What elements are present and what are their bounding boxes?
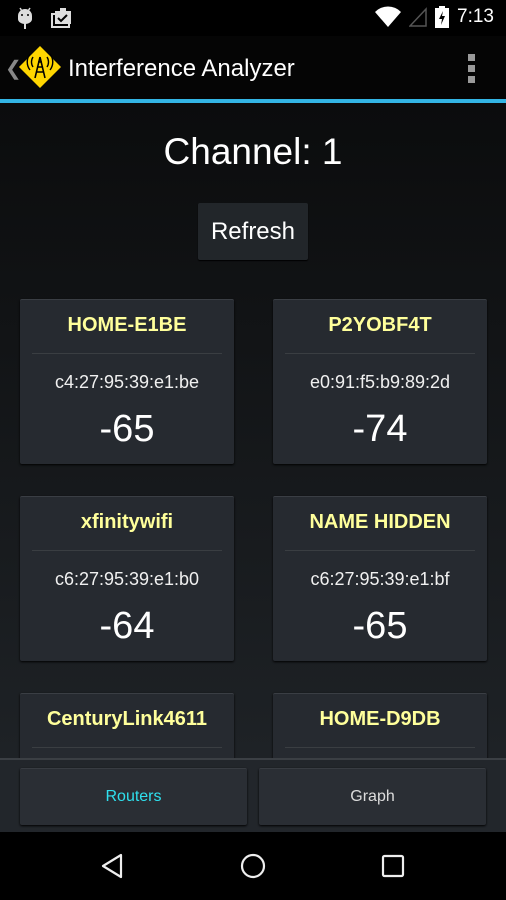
- router-mac: c4:27:95:39:e1:be: [54, 372, 200, 392]
- wifi-icon: [375, 6, 402, 28]
- tab-graph[interactable]: Graph: [259, 768, 486, 825]
- status-time: 7:13: [457, 6, 494, 27]
- card-divider: [285, 747, 475, 748]
- router-card[interactable]: NAME HIDDEN c6:27:95:39:e1:bf -65: [273, 496, 487, 661]
- cell-signal-icon: [409, 7, 427, 27]
- router-mac: e0:91:f5:b9:89:2d: [309, 372, 451, 392]
- tab-routers[interactable]: Routers: [20, 768, 247, 825]
- radio-tower-warning-icon[interactable]: [18, 45, 62, 89]
- action-bar: ❮ Interference Analyzer: [0, 36, 506, 99]
- recents-icon[interactable]: [379, 852, 407, 880]
- app-title: Interference Analyzer: [68, 55, 295, 82]
- refresh-button[interactable]: Refresh: [198, 203, 308, 260]
- router-mac: c6:27:95:39:e1:bf: [310, 569, 450, 589]
- router-mac: c6:27:95:39:e1:b0: [54, 569, 200, 589]
- router-rssi: -74: [352, 408, 408, 450]
- navigation-bar: [0, 832, 506, 900]
- status-bar: 7:13: [0, 0, 506, 36]
- router-name: HOME-E1BE: [67, 314, 187, 336]
- android-debug-icon: [18, 7, 32, 29]
- router-card[interactable]: xfinitywifi c6:27:95:39:e1:b0 -64: [20, 496, 234, 661]
- router-rssi: -65: [352, 605, 408, 647]
- card-divider: [32, 747, 222, 748]
- overflow-menu-icon[interactable]: [468, 54, 476, 83]
- router-list-panel[interactable]: Channel: 1 Refresh HOME-E1BE c4:27:95:39…: [0, 103, 506, 758]
- card-divider: [32, 550, 222, 551]
- home-icon[interactable]: [239, 852, 267, 880]
- router-card[interactable]: P2YOBF4T e0:91:f5:b9:89:2d -74: [273, 299, 487, 464]
- card-divider: [32, 353, 222, 354]
- router-card[interactable]: HOME-E1BE c4:27:95:39:e1:be -65: [20, 299, 234, 464]
- router-card[interactable]: CenturyLink4611: [20, 693, 234, 758]
- router-card[interactable]: HOME-D9DB: [273, 693, 487, 758]
- router-rssi: -65: [99, 408, 155, 450]
- router-name: xfinitywifi: [80, 511, 174, 533]
- router-name: CenturyLink4611: [46, 708, 208, 730]
- router-name: P2YOBF4T: [328, 314, 432, 336]
- battery-charging-icon: [435, 6, 450, 28]
- tab-bar: Routers Graph: [0, 760, 506, 832]
- card-divider: [285, 550, 475, 551]
- card-divider: [285, 353, 475, 354]
- channel-label: Channel: 1: [163, 131, 343, 172]
- back-icon[interactable]: [99, 852, 127, 880]
- router-rssi: -64: [99, 605, 155, 647]
- clipboard-check-icon: [51, 8, 71, 28]
- router-name: HOME-D9DB: [319, 708, 441, 730]
- router-name: NAME HIDDEN: [309, 511, 451, 533]
